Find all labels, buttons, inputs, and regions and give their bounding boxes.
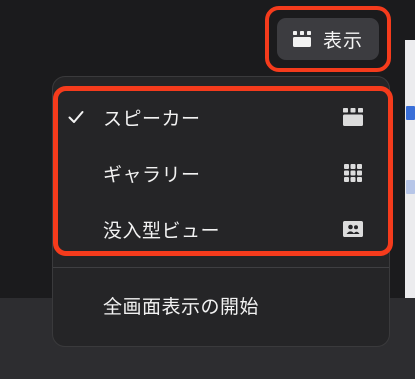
edge-link-marker [406, 106, 415, 120]
menu-divider [53, 267, 389, 268]
menu-item-enter-fullscreen[interactable]: 全画面表示の開始 [53, 283, 389, 327]
view-button-label: 表示 [323, 29, 364, 52]
speaker-view-icon [343, 107, 363, 127]
menu-item-gallery[interactable]: ギャラリー [53, 151, 389, 195]
gallery-grid-icon [343, 163, 363, 183]
immersive-view-icon [343, 219, 363, 239]
menu-item-speaker[interactable]: スピーカー [53, 95, 389, 139]
checkmark-icon [67, 108, 85, 126]
menu-item-label: スピーカー [103, 107, 201, 130]
side-edge-panel [405, 40, 415, 298]
menu-item-label: 全画面表示の開始 [103, 295, 260, 318]
menu-item-immersive-view[interactable]: 没入型ビュー [53, 207, 389, 251]
view-menu: スピーカー ギャラリー 没入型ビュー 全画面表示の開始 [52, 76, 390, 347]
view-button[interactable]: 表示 [277, 18, 379, 60]
menu-item-label: ギャラリー [103, 163, 201, 186]
edge-link-marker-2 [406, 180, 415, 194]
speaker-view-icon [293, 30, 311, 48]
view-button-highlight: 表示 [265, 6, 391, 72]
menu-item-label: 没入型ビュー [103, 219, 221, 242]
